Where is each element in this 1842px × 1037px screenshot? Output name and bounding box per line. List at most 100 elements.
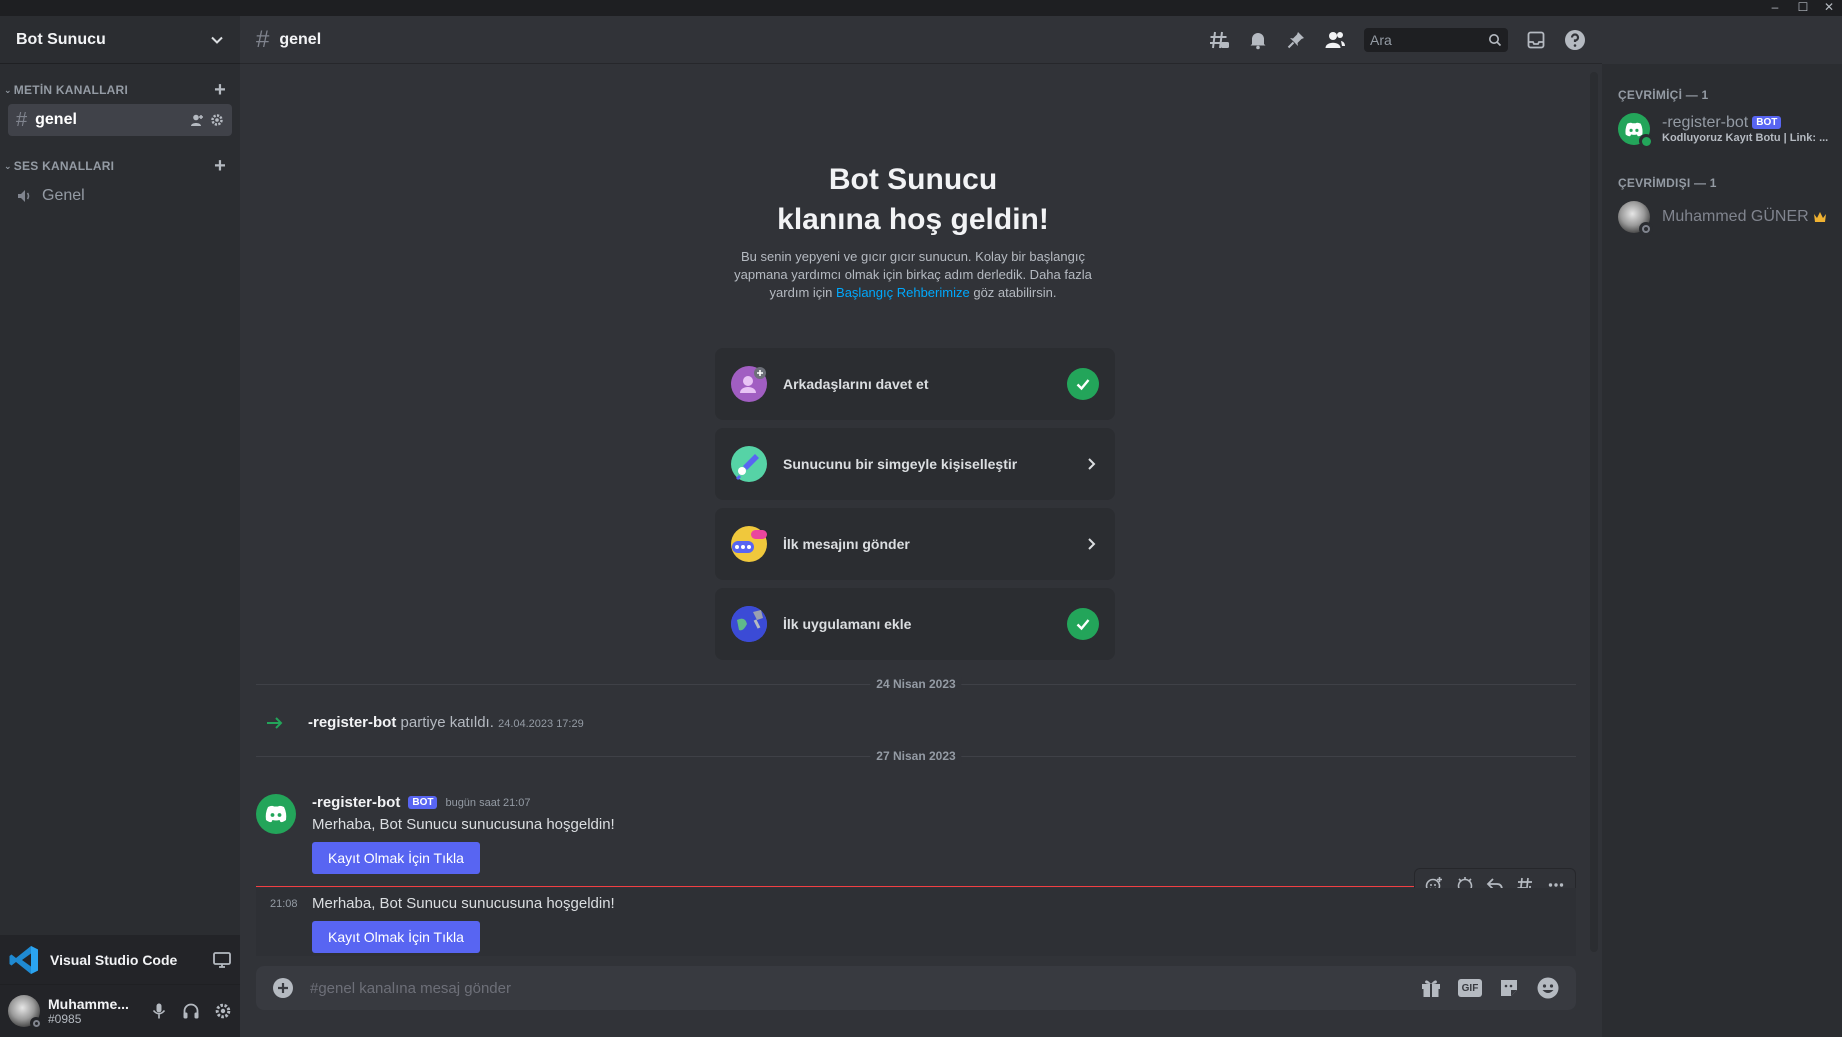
- register-button[interactable]: Kayıt Olmak İçin Tıkla: [312, 842, 480, 874]
- message-timestamp: bugün saat 21:07: [445, 796, 531, 809]
- chevron-right-icon: [1083, 456, 1099, 472]
- message-timestamp: 21:08: [270, 898, 298, 910]
- date-label: 24 Nisan 2023: [870, 677, 962, 691]
- task-customize-icon[interactable]: Sunucunu bir simgeyle kişiselleştir: [715, 428, 1115, 500]
- crown-icon: [1813, 211, 1827, 223]
- category-label: SES KANALLARI: [13, 159, 115, 173]
- chevron-right-icon: [1083, 536, 1099, 552]
- user-tag: #0985: [48, 1012, 82, 1026]
- avatar[interactable]: [8, 995, 42, 1029]
- message-composer: #genel kanalına mesaj gönder GIF: [256, 966, 1576, 1010]
- add-attachment-icon[interactable]: [272, 977, 294, 999]
- category-text-channels[interactable]: ⌄ METİN KANALLARI +: [0, 80, 240, 100]
- task-invite-friends[interactable]: Arkadaşlarını davet et: [715, 348, 1115, 420]
- gear-icon[interactable]: [214, 1002, 232, 1020]
- join-username[interactable]: -register-bot: [308, 714, 396, 731]
- avatar: [1618, 113, 1653, 148]
- channel-label: genel: [35, 111, 77, 128]
- member-category-online: ÇEVRİMİÇİ — 1: [1618, 88, 1709, 102]
- minimize-button[interactable]: –: [1764, 0, 1786, 16]
- gift-icon[interactable]: [1420, 977, 1442, 999]
- microphone-icon[interactable]: [150, 1002, 168, 1020]
- close-button[interactable]: ✕: [1818, 0, 1840, 16]
- register-button[interactable]: Kayıt Olmak İçin Tıkla: [312, 921, 480, 953]
- bot-badge: BOT: [408, 796, 438, 809]
- channel-sidebar: Bot Sunucu ⌄ METİN KANALLARI + # genel ⌄…: [0, 16, 240, 1037]
- message-input[interactable]: #genel kanalına mesaj gönder: [310, 980, 1210, 997]
- status-offline-icon: [30, 1017, 42, 1029]
- search-input[interactable]: Ara: [1364, 27, 1508, 52]
- inbox-icon[interactable]: [1526, 30, 1546, 50]
- message-author[interactable]: -register-bot: [312, 794, 400, 811]
- invite-friends-icon: [731, 366, 767, 402]
- invite-member-icon[interactable]: [190, 113, 204, 127]
- search-icon: [1488, 33, 1502, 47]
- task-label: İlk uygulamanı ekle: [783, 616, 912, 632]
- status-offline-icon: [1639, 222, 1653, 236]
- welcome-desc-line3: yardım için Başlangıç Rehberimize göz at…: [240, 284, 1586, 302]
- channel-header: # genel Ara: [240, 16, 1602, 64]
- window-titlebar: – ☐ ✕: [0, 0, 1842, 16]
- help-icon[interactable]: [1564, 29, 1586, 51]
- task-label: Arkadaşlarını davet et: [783, 376, 929, 392]
- category-voice-channels[interactable]: ⌄ SES KANALLARI +: [0, 156, 240, 176]
- chat-area: # genel Ara Bot Sunucu klanına hoş geldi…: [240, 16, 1602, 1037]
- chevron-small-icon: ⌄: [4, 160, 12, 171]
- user-name: Muhamme...: [48, 996, 129, 1012]
- gif-label: GIF: [1461, 982, 1479, 994]
- member-item-muhammed[interactable]: Muhammed GÜNER: [1618, 196, 1834, 238]
- join-text: partiye katıldı.: [400, 714, 494, 731]
- message-content: Merhaba, Bot Sunucu sunucusuna hoşgeldin…: [312, 895, 615, 912]
- add-channel-icon[interactable]: +: [214, 80, 226, 100]
- bell-icon[interactable]: [1248, 30, 1268, 50]
- guide-link[interactable]: Başlangıç Rehberimize: [836, 285, 970, 300]
- message-group: -register-bot BOT bugün saat 21:07 Merha…: [256, 780, 1456, 876]
- sticker-icon[interactable]: [1498, 977, 1520, 999]
- threads-icon[interactable]: [1208, 29, 1230, 51]
- date-divider: 27 Nisan 2023: [256, 749, 1576, 763]
- pin-icon[interactable]: [1286, 30, 1306, 50]
- user-panel: Muhamme... #0985: [0, 985, 240, 1037]
- speaker-icon: [16, 187, 34, 205]
- maximize-button[interactable]: ☐: [1792, 0, 1814, 16]
- chat-bubble-icon: [731, 526, 767, 562]
- chevron-down-icon: [210, 33, 224, 47]
- join-timestamp: 24.04.2023 17:29: [498, 718, 584, 730]
- welcome-desc-line1: Bu senin yepyeni ve gıcır gıcır sunucun.…: [741, 249, 1085, 264]
- headphones-icon[interactable]: [182, 1002, 200, 1020]
- checkmark-icon: [1067, 608, 1099, 640]
- screen-share-icon[interactable]: [212, 950, 232, 970]
- channel-item-genel[interactable]: # genel: [8, 104, 232, 136]
- welcome-desc-post: göz atabilirsin.: [973, 285, 1057, 300]
- gif-button[interactable]: GIF: [1458, 979, 1482, 997]
- member-item-register-bot[interactable]: -register-bot BOT Kodluyoruz Kayıt Botu |…: [1618, 108, 1834, 150]
- activity-panel[interactable]: Visual Studio Code: [0, 935, 240, 985]
- welcome-title-line2: klanına hoş geldin!: [777, 203, 1049, 236]
- welcome-desc-line2: yapmana yardımcı olmak için birkaç adım …: [734, 267, 1092, 282]
- member-category-offline: ÇEVRİMDIŞI — 1: [1618, 176, 1717, 190]
- paintbrush-icon: [731, 446, 767, 482]
- status-online-icon: [1639, 134, 1653, 148]
- system-join-message: -register-bot partiye katıldı. 24.04.202…: [266, 714, 866, 731]
- task-add-app[interactable]: İlk uygulamanı ekle: [715, 588, 1115, 660]
- chat-scrollbar[interactable]: [1590, 72, 1598, 952]
- server-header[interactable]: Bot Sunucu: [0, 16, 240, 64]
- task-label: İlk mesajını gönder: [783, 536, 910, 552]
- avatar: [1618, 201, 1653, 236]
- server-name: Bot Sunucu: [16, 30, 106, 48]
- member-list: ÇEVRİMİÇİ — 1 -register-bot BOT Kodluyoru…: [1602, 64, 1842, 1037]
- discord-logo-icon: [265, 805, 287, 823]
- task-first-message[interactable]: İlk mesajını gönder: [715, 508, 1115, 580]
- activity-label: Visual Studio Code: [50, 951, 178, 968]
- gear-icon[interactable]: [210, 113, 224, 127]
- voice-channel-genel[interactable]: Genel: [8, 180, 232, 212]
- avatar[interactable]: [256, 794, 296, 834]
- checkmark-icon: [1067, 368, 1099, 400]
- add-channel-icon[interactable]: +: [214, 156, 226, 176]
- discord-logo-icon: [1625, 122, 1643, 136]
- discord-app: Bot Sunucu ⌄ METİN KANALLARI + # genel ⌄…: [0, 16, 1842, 1037]
- member-list-icon[interactable]: [1324, 30, 1346, 50]
- emoji-icon[interactable]: [1536, 976, 1560, 1000]
- vscode-logo-icon: [8, 944, 40, 976]
- date-divider: 24 Nisan 2023: [256, 677, 1576, 691]
